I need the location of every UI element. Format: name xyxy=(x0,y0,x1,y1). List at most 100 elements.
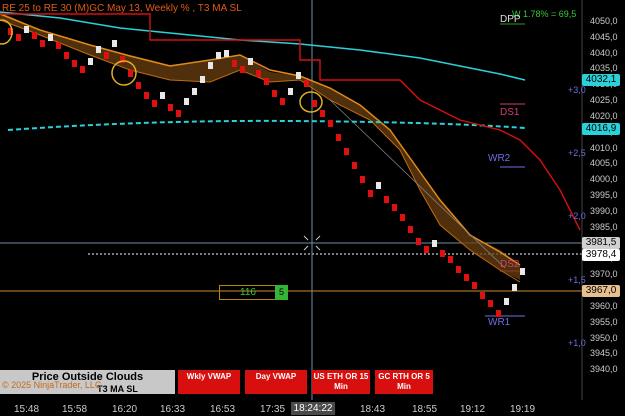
price-chart[interactable] xyxy=(0,0,625,416)
renko-brick xyxy=(352,162,357,169)
renko-brick xyxy=(472,282,477,289)
time-tick: 16:33 xyxy=(160,404,186,415)
price-tick: 3985,0 xyxy=(590,221,618,232)
us-eth-or-button[interactable]: US ETH OR 15 Min xyxy=(312,370,370,394)
price-tick: 4035,0 xyxy=(590,63,618,74)
wkly-vwap-button[interactable]: Wkly VWAP xyxy=(178,370,240,394)
renko-brick xyxy=(344,148,349,155)
renko-brick xyxy=(232,60,237,67)
renko-brick xyxy=(32,32,37,39)
renko-brick xyxy=(440,250,445,257)
renko-brick xyxy=(408,226,413,233)
renko-brick xyxy=(128,70,133,77)
price-tick: 4045,0 xyxy=(590,31,618,42)
time-tick: 19:12 xyxy=(460,404,486,415)
renko-brick xyxy=(152,100,157,107)
renko-brick xyxy=(24,26,29,33)
renko-brick xyxy=(72,60,77,67)
renko-brick xyxy=(288,88,293,95)
renko-brick xyxy=(376,182,381,189)
renko-brick xyxy=(96,46,101,53)
renko-brick xyxy=(64,52,69,59)
renko-brick xyxy=(112,40,117,47)
renko-brick xyxy=(216,52,221,59)
order-marker[interactable]: 5 xyxy=(275,285,288,300)
price-tick: 4050,0 xyxy=(590,16,618,26)
price-tick: 3995,0 xyxy=(590,190,618,201)
renko-brick xyxy=(256,70,261,77)
chart-title: RE 25 to RE 30 (M)GC May 13, Weekly % , … xyxy=(2,3,242,14)
renko-brick xyxy=(400,214,405,221)
renko-brick xyxy=(224,50,229,57)
level-ds2: DS2 xyxy=(500,259,520,270)
price-tick: 3960,0 xyxy=(590,300,618,311)
price-tick: 3950,0 xyxy=(590,332,618,343)
time-tick: 19:19 xyxy=(510,404,536,415)
price-tick: 4020,0 xyxy=(590,110,618,121)
level-wr2: WR2 xyxy=(488,153,511,164)
time-tick: 17:35 xyxy=(260,404,286,415)
order-quantity[interactable]: 116 xyxy=(219,285,277,300)
renko-brick xyxy=(424,246,429,253)
renko-brick xyxy=(48,34,53,41)
sd-label: +2,5 xyxy=(568,148,586,158)
price-tick: 4025,0 xyxy=(590,95,618,106)
renko-brick xyxy=(488,300,493,307)
price-tick: 4010,0 xyxy=(590,142,618,153)
price-tick: 3990,0 xyxy=(590,205,618,216)
renko-brick xyxy=(80,66,85,73)
sd-label: +1,0 xyxy=(568,338,586,348)
renko-brick xyxy=(144,92,149,99)
price-tick: 3955,0 xyxy=(590,316,618,327)
time-tick: 15:58 xyxy=(62,404,88,415)
renko-brick xyxy=(464,274,469,281)
price-label-crosshair: 3981,5 xyxy=(582,237,620,249)
renko-brick xyxy=(200,76,205,83)
sd-label: +1,5 xyxy=(568,275,586,285)
price-label-order: 3967,0 xyxy=(582,285,620,297)
renko-brick xyxy=(40,40,45,47)
renko-brick xyxy=(280,98,285,105)
price-label-cyan: 4032,1 xyxy=(582,74,620,86)
renko-brick xyxy=(448,256,453,263)
renko-brick xyxy=(264,78,269,85)
renko-brick xyxy=(336,134,341,141)
time-cursor-label: 18:24:22 xyxy=(291,402,335,415)
renko-brick xyxy=(168,104,173,111)
renko-brick xyxy=(272,90,277,97)
renko-brick xyxy=(392,204,397,211)
renko-brick xyxy=(240,66,245,73)
time-tick: 18:43 xyxy=(360,404,386,415)
renko-brick xyxy=(176,110,181,117)
sd-label: +2,0 xyxy=(568,211,586,221)
renko-brick xyxy=(328,120,333,127)
renko-brick xyxy=(208,62,213,69)
renko-brick xyxy=(512,284,517,291)
price-tick: 3940,0 xyxy=(590,364,618,375)
dpp-note: W 1.78% = 69,5 xyxy=(512,9,577,19)
time-tick: 16:53 xyxy=(210,404,236,415)
time-tick: 15:48 xyxy=(14,404,40,415)
copyright: © 2025 NinjaTrader, LLC xyxy=(2,380,102,390)
renko-brick xyxy=(496,310,501,317)
price-label-cyan-dashed: 4016,9 xyxy=(582,123,620,135)
day-vwap-button[interactable]: Day VWAP xyxy=(245,370,307,394)
price-tick: 4040,0 xyxy=(590,47,618,58)
level-ds1: DS1 xyxy=(500,107,520,118)
price-tick: 3970,0 xyxy=(590,269,618,280)
renko-brick xyxy=(248,58,253,65)
renko-brick xyxy=(88,58,93,65)
time-tick: 16:20 xyxy=(112,404,138,415)
time-tick: 18:55 xyxy=(412,404,438,415)
price-tick: 4005,0 xyxy=(590,158,618,169)
renko-brick xyxy=(16,34,21,41)
renko-brick xyxy=(136,82,141,89)
renko-brick xyxy=(320,110,325,117)
renko-brick xyxy=(312,100,317,107)
renko-brick xyxy=(384,196,389,203)
renko-brick xyxy=(520,268,525,275)
gc-rth-or-button[interactable]: GC RTH OR 5 Min xyxy=(375,370,433,394)
level-dpp: DPP xyxy=(500,14,521,25)
renko-brick xyxy=(56,42,61,49)
price-tick: 3945,0 xyxy=(590,348,618,359)
